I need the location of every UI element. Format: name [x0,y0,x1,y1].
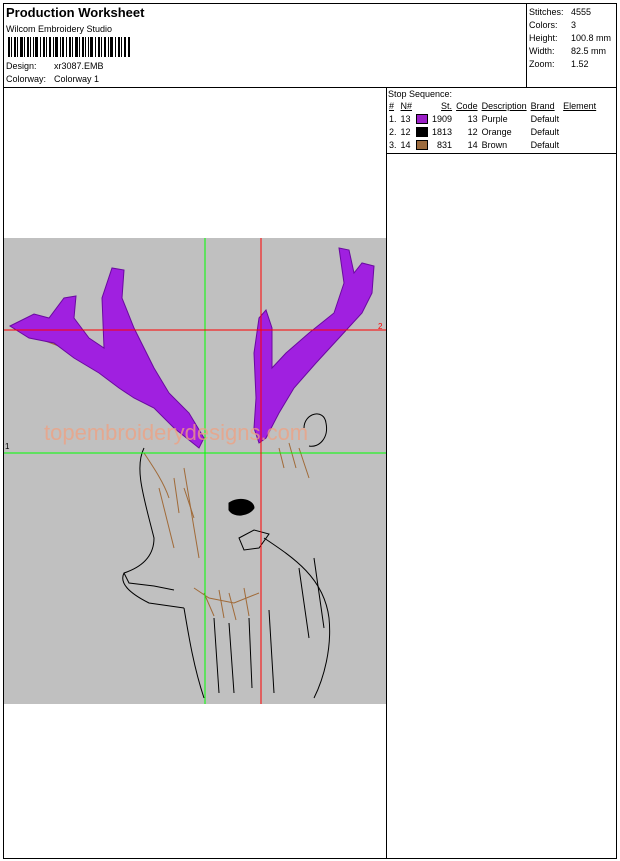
colorway-value: Colorway 1 [54,74,100,84]
color-swatch [416,113,429,124]
stops-divider [386,153,617,154]
stat-width: Width: 82.5 mm [529,46,607,56]
axis-label-1: 1 [5,442,10,451]
stats-divider [526,3,527,87]
stat-height: Height: 100.8 mm [529,33,612,43]
design-row: Design: xr3087.EMB [6,61,104,71]
table-row: 2. 12 1813 12 Orange Default [389,126,560,137]
design-value: xr3087.EMB [54,61,104,71]
table-row: 1. 13 1909 13 Purple Default [389,113,560,124]
stat-stitches: Stitches: 4555 [529,7,592,17]
stat-zoom: Zoom: 1.52 [529,59,589,69]
color-swatch [416,139,429,150]
stop-sequence-table: # N# St. Code Description Brand Element … [387,100,598,151]
colorway-label: Colorway: [6,74,47,84]
table-row: 3. 14 831 14 Brown Default [389,139,560,150]
page-title: Production Worksheet [6,5,145,20]
stop-sequence-title: Stop Sequence: [388,89,453,99]
col-header: St. [441,101,453,111]
col-header: Element [563,101,597,111]
color-swatch [416,126,429,137]
barcode [8,37,130,57]
col-header: Description [481,101,527,111]
purple-stitches [8,247,375,449]
table-header-row: # N# St. Code Description Brand Element [387,100,598,112]
stat-colors: Colors: 3 [529,20,577,30]
software-name: Wilcom Embroidery Studio [6,24,113,34]
axis-label-2: 2 [378,322,383,331]
preview-divider [386,87,387,859]
watermark-text: topembroiderydesigns.com [44,420,308,445]
col-header: N# [400,101,413,111]
col-header: Brand [530,101,555,111]
black-stitches [122,413,331,699]
embroidery-preview-image: topembroiderydesigns.com [4,238,386,704]
col-header: # [389,101,395,111]
design-preview: topembroiderydesigns.com 1 2 [4,238,386,704]
header-divider [3,87,617,88]
col-header: Code [456,101,478,111]
colorway-row: Colorway: Colorway 1 [6,74,99,84]
design-stats: Stitches: 4555 Colors: 3 Height: 100.8 mm W… [529,6,611,71]
design-label: Design: [6,61,37,71]
